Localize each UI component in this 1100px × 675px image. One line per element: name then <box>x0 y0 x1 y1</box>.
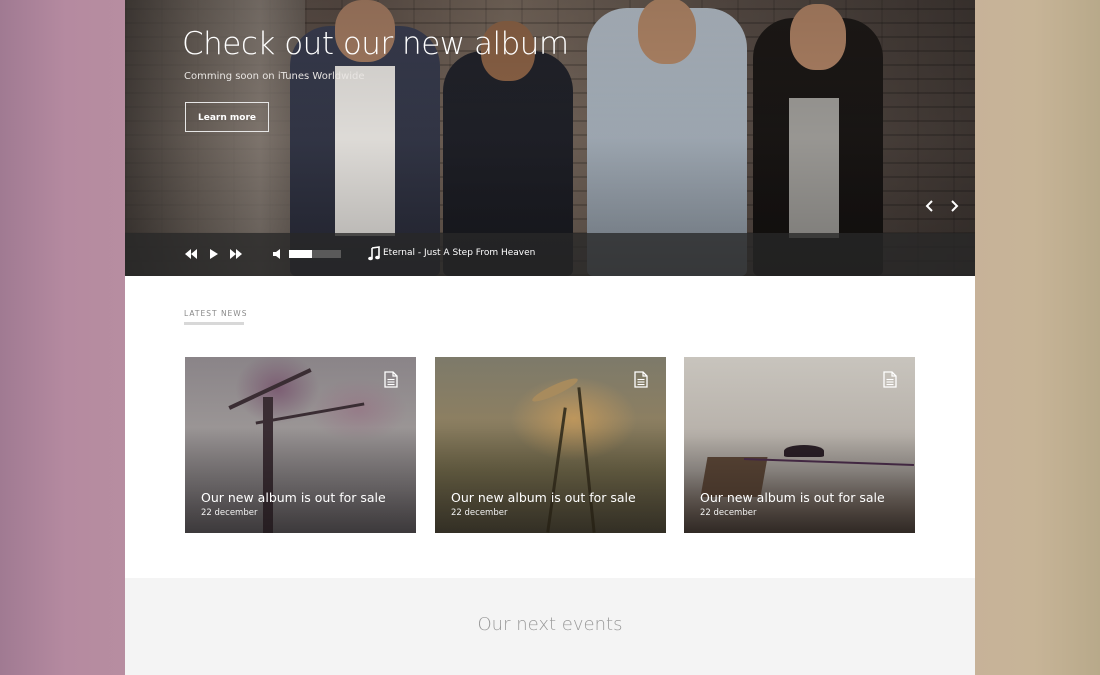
volume-slider[interactable] <box>289 250 341 258</box>
volume-level <box>289 250 313 258</box>
hero-slider: Check out our new album Comming soon on … <box>125 0 975 276</box>
hero-subtitle: Comming soon on iTunes Worldwide <box>184 71 365 82</box>
document-icon <box>883 371 897 388</box>
document-icon <box>634 371 648 388</box>
news-card-1[interactable]: Our new album is out for sale 22 decembe… <box>185 357 416 533</box>
play-icon[interactable] <box>205 246 223 262</box>
news-card-title: Our new album is out for sale <box>201 490 386 505</box>
news-card-2[interactable]: Our new album is out for sale 22 decembe… <box>435 357 666 533</box>
news-card-date: 22 december <box>201 508 258 518</box>
chevron-left-icon[interactable] <box>920 196 940 216</box>
page: Check out our new album Comming soon on … <box>125 0 975 675</box>
document-icon <box>384 371 398 388</box>
track-title: Eternal - Just A Step From Heaven <box>383 248 536 258</box>
fast-forward-icon[interactable] <box>227 246 245 262</box>
rewind-icon[interactable] <box>182 246 200 262</box>
news-card-date: 22 december <box>451 508 508 518</box>
heading-underline <box>184 322 244 325</box>
events-heading: Our next events <box>477 614 623 635</box>
news-card-3[interactable]: Our new album is out for sale 22 decembe… <box>684 357 915 533</box>
hero-title: Check out our new album <box>182 26 569 62</box>
music-note-icon <box>365 246 383 262</box>
events-section: Our next events <box>125 578 975 675</box>
news-card-date: 22 december <box>700 508 757 518</box>
learn-more-button[interactable]: Learn more <box>185 102 269 132</box>
audio-player: Eternal - Just A Step From Heaven <box>125 233 975 276</box>
volume-icon[interactable] <box>270 246 288 262</box>
news-card-title: Our new album is out for sale <box>451 490 636 505</box>
latest-news-heading: LATEST NEWS <box>184 309 248 318</box>
news-card-title: Our new album is out for sale <box>700 490 885 505</box>
chevron-right-icon[interactable] <box>944 196 964 216</box>
